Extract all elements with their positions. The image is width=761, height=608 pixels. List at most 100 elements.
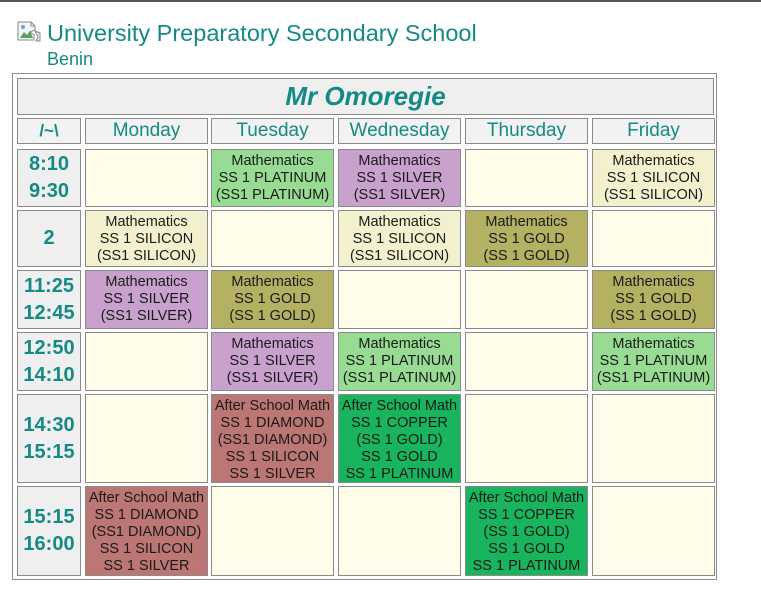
lesson-class: SS 1 PLATINUM: [599, 353, 708, 369]
top-border: [0, 0, 761, 2]
lesson-class: SS 1 SILVER: [103, 291, 190, 307]
period-time: 15:15 16:00: [17, 486, 81, 576]
lesson-subject: Mathematics: [612, 153, 695, 169]
lesson-slot: Mathematics SS 1 SILVER (SS1 SILVER): [211, 332, 334, 391]
empty-slot: [465, 149, 588, 207]
lesson-class: (SS 1 GOLD): [229, 308, 316, 324]
lesson-class: (SS1 PLATINUM): [215, 187, 330, 203]
empty-slot: [85, 394, 208, 483]
lesson-subject: Mathematics: [358, 336, 441, 352]
day-header-friday: Friday: [592, 118, 715, 144]
lesson-class: (SS1 SILVER): [226, 370, 319, 386]
period-time: 8:10 9:30: [17, 149, 81, 207]
lesson-class: SS 1 GOLD: [488, 231, 565, 247]
lesson-slot: Mathematics SS 1 GOLD (SS 1 GOLD): [465, 210, 588, 267]
lesson-class: (SS 1 GOLD): [483, 524, 570, 540]
lesson-class: (SS 1 GOLD): [610, 308, 697, 324]
lesson-class: SS 1 SILICON: [606, 170, 701, 186]
time-label: 9:30: [28, 180, 70, 202]
lesson-class: (SS1 SILICON): [349, 248, 450, 264]
lesson-subject: After School Math: [214, 398, 331, 414]
period-time: 14:30 15:15: [17, 394, 81, 483]
day-header-thursday: Thursday: [465, 118, 588, 144]
broken-image-icon: [17, 20, 42, 42]
lesson-class: SS 1 SILICON: [352, 231, 447, 247]
lesson-class: SS 1 PLATINUM: [345, 353, 454, 369]
lesson-slot: Mathematics SS 1 PLATINUM (SS1 PLATINUM): [211, 149, 334, 207]
lesson-class: SS 1 PLATINUM: [345, 466, 454, 482]
lesson-class: (SS1 PLATINUM): [596, 370, 711, 386]
lesson-slot: Mathematics SS 1 GOLD (SS 1 GOLD): [211, 270, 334, 329]
day-header-wednesday: Wednesday: [338, 118, 461, 144]
lesson-class: SS 1 PLATINUM: [218, 170, 327, 186]
lesson-class: SS 1 PLATINUM: [472, 558, 581, 574]
lesson-class: SS 1 GOLD: [234, 291, 311, 307]
lesson-slot: Mathematics SS 1 PLATINUM (SS1 PLATINUM): [592, 332, 715, 391]
lesson-class: SS 1 GOLD: [615, 291, 692, 307]
teacher-name: Mr Omoregie: [17, 78, 714, 115]
lesson-class: (SS 1 GOLD): [356, 432, 443, 448]
lesson-slot: After School Math SS 1 DIAMOND (SS1 DIAMON…: [85, 486, 208, 576]
lesson-subject: Mathematics: [358, 214, 441, 230]
lesson-subject: Mathematics: [231, 274, 314, 290]
lesson-slot: After School Math SS 1 DIAMOND (SS1 DIAMON…: [211, 394, 334, 483]
lesson-class: (SS 1 GOLD): [483, 248, 570, 264]
day-header-monday: Monday: [85, 118, 208, 144]
empty-slot: [211, 486, 334, 576]
empty-slot: [211, 210, 334, 267]
lesson-class: (SS1 SILVER): [100, 308, 193, 324]
lesson-class: SS 1 COPPER: [478, 507, 575, 523]
lesson-subject: Mathematics: [231, 153, 314, 169]
empty-slot: [465, 394, 588, 483]
lesson-subject: After School Math: [468, 490, 585, 506]
empty-slot: [592, 210, 715, 267]
lesson-slot: Mathematics SS 1 SILVER (SS1 SILVER): [338, 149, 461, 207]
time-label: 14:10: [23, 363, 75, 386]
empty-slot: [338, 270, 461, 329]
school-location: Benin: [47, 49, 94, 69]
corner-label: /~\: [17, 118, 81, 144]
lesson-class: SS 1 SILICON: [99, 231, 194, 247]
lesson-slot: Mathematics SS 1 SILICON (SS1 SILICON): [85, 210, 208, 267]
lesson-class: SS 1 SILVER: [356, 170, 443, 186]
lesson-class: (SS1 SILICON): [603, 187, 704, 203]
lesson-class: (SS1 PLATINUM): [342, 370, 457, 386]
time-label: 8:10: [28, 153, 70, 175]
lesson-class: (SS1 SILICON): [96, 248, 197, 264]
time-label: 2: [43, 227, 55, 249]
empty-slot: [592, 394, 715, 483]
time-label: 15:15: [23, 440, 75, 463]
lesson-slot: Mathematics SS 1 SILICON (SS1 SILICON): [592, 149, 715, 207]
lesson-slot: Mathematics SS 1 PLATINUM (SS1 PLATINUM): [338, 332, 461, 391]
time-label: 12:45: [23, 301, 75, 324]
time-label: 11:25: [23, 274, 75, 297]
lesson-subject: Mathematics: [231, 336, 314, 352]
lesson-slot: After School Math SS 1 COPPER (SS 1 GOLD) S…: [338, 394, 461, 483]
period-time: 2: [17, 210, 81, 267]
empty-slot: [592, 486, 715, 576]
lesson-slot: Mathematics SS 1 SILICON (SS1 SILICON): [338, 210, 461, 267]
lesson-subject: After School Math: [341, 398, 458, 414]
lesson-subject: Mathematics: [105, 274, 188, 290]
period-time: 12:50 14:10: [17, 332, 81, 391]
lesson-slot: After School Math SS 1 COPPER (SS 1 GOLD) S…: [465, 486, 588, 576]
time-label: 14:30: [23, 413, 75, 436]
empty-slot: [465, 332, 588, 391]
lesson-class: SS 1 SILVER: [103, 558, 190, 574]
lesson-class: SS 1 GOLD: [488, 541, 565, 557]
timetable: Mr Omoregie /~\ Monday Tuesday Wednesday Thu…: [12, 73, 717, 580]
period-time: 11:25 12:45: [17, 270, 81, 329]
empty-slot: [338, 486, 461, 576]
lesson-subject: Mathematics: [612, 274, 695, 290]
lesson-subject: Mathematics: [612, 336, 695, 352]
time-label: 12:50: [23, 336, 75, 359]
empty-slot: [85, 149, 208, 207]
empty-slot: [465, 270, 588, 329]
school-name[interactable]: University Preparatory Secondary School: [47, 19, 477, 47]
lesson-subject: After School Math: [88, 490, 205, 506]
lesson-class: SS 1 SILICON: [225, 449, 320, 465]
time-label: 16:00: [23, 533, 75, 555]
lesson-subject: Mathematics: [485, 214, 568, 230]
lesson-subject: Mathematics: [358, 153, 441, 169]
lesson-class: SS 1 DIAMOND: [220, 415, 325, 431]
